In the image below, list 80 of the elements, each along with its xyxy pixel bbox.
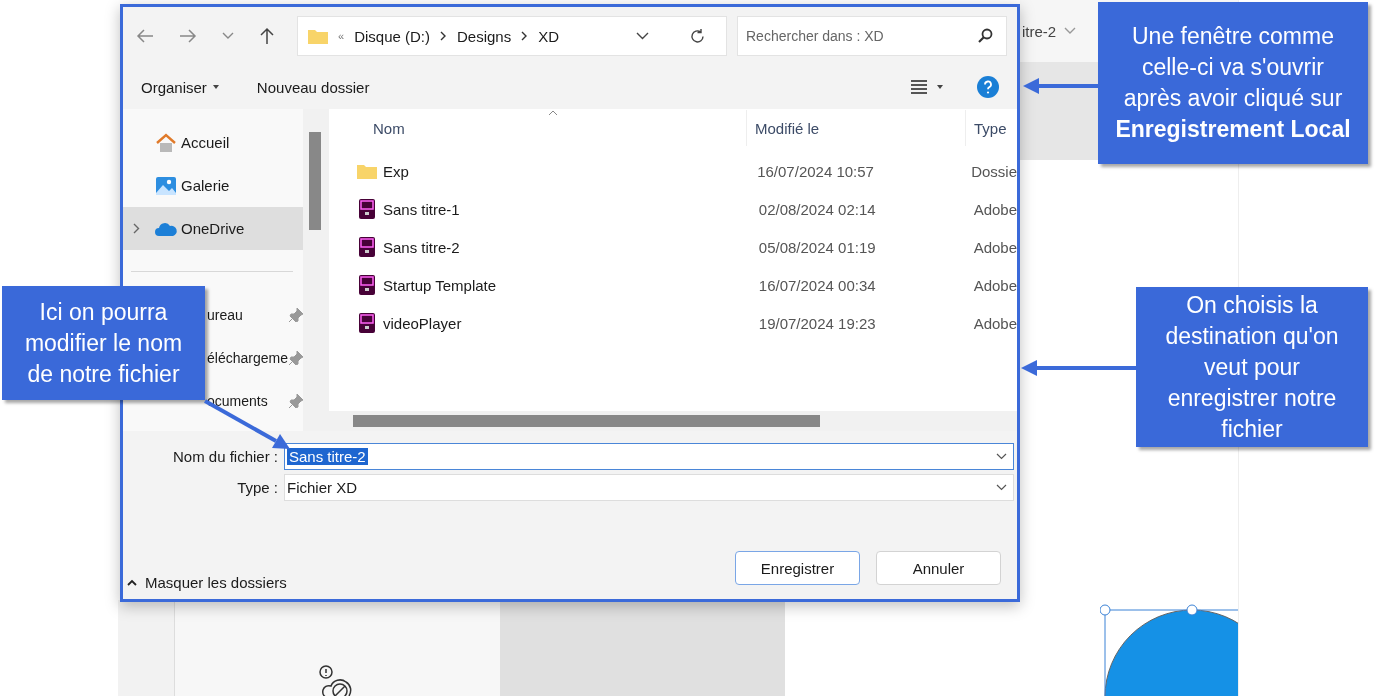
- forward-arrow-icon[interactable]: [179, 28, 197, 44]
- help-icon[interactable]: [977, 76, 999, 98]
- file-type: Adobe: [973, 276, 1017, 294]
- file-type: Adobe: [973, 200, 1017, 218]
- cancel-button[interactable]: Annuler: [876, 551, 1001, 585]
- file-name[interactable]: Sans titre-2: [383, 238, 460, 256]
- modified-date: 16/07/2024 10:57: [757, 162, 874, 180]
- scrollbar-thumb[interactable]: [353, 415, 820, 427]
- file-name[interactable]: Sans titre-1: [383, 200, 460, 218]
- overflow-marker[interactable]: «: [338, 30, 345, 42]
- home-icon: [155, 132, 177, 153]
- hide-folders-button[interactable]: Masquer les dossiers: [127, 574, 287, 591]
- folder-icon: [357, 163, 377, 179]
- back-arrow-icon[interactable]: [136, 28, 154, 44]
- caret-icon: [212, 85, 219, 89]
- column-header[interactable]: Modifié le: [755, 119, 820, 137]
- navigation-item[interactable]: éléchargeme: [205, 336, 303, 379]
- search-field[interactable]: Rechercher dans : XD: [737, 16, 1007, 56]
- callout-text: Ici on pourra modifier le nom de notre fichier: [23, 297, 184, 389]
- pin-icon: [289, 307, 303, 322]
- chevron-down-icon[interactable]: [996, 453, 1007, 460]
- column-header[interactable]: Nom: [373, 119, 405, 137]
- file-name[interactable]: Startup Template: [383, 276, 497, 294]
- cloud-icon: [154, 220, 178, 237]
- file-type-dropdown[interactable]: Fichier XD: [284, 474, 1014, 501]
- document-icon: [357, 237, 377, 257]
- folder-icon: [308, 28, 328, 44]
- address-bar[interactable]: « Disque (D:) Designs XD: [297, 16, 727, 56]
- modified-date: 19/07/2024 19:23: [758, 314, 876, 332]
- callout-text: On choisis la destination qu'on veut pour enregistrer notre fichier: [1164, 290, 1340, 444]
- chevron-right-icon: [440, 31, 447, 41]
- breadcrumb[interactable]: Designs: [457, 27, 512, 45]
- organize-button[interactable]: Organiser: [133, 74, 227, 100]
- breadcrumb[interactable]: Disque (D:): [354, 27, 430, 45]
- callout-text: Une fenêtre comme celle-ci va s'ouvrir après avoir cliqué sur Enregistrement Local: [1114, 22, 1352, 144]
- chevron-down-icon[interactable]: [996, 484, 1007, 491]
- caret-icon[interactable]: [937, 85, 943, 89]
- pin-icon: [289, 393, 303, 408]
- chevron-up-icon: [127, 579, 137, 586]
- field-label: Nom du fichier :: [171, 448, 278, 465]
- modified-date: 16/07/2024 00:34: [758, 276, 876, 294]
- navigation-label: éléchargeme: [207, 349, 288, 366]
- navigation-label: ureau: [207, 306, 243, 323]
- document-tab[interactable]: itre-2: [1022, 22, 1057, 40]
- file-name[interactable]: Exp: [383, 162, 409, 180]
- field-label: Type :: [236, 479, 278, 496]
- navigation-item[interactable]: ureau: [205, 293, 303, 336]
- sort-caret-icon: [548, 110, 558, 116]
- breadcrumb[interactable]: XD: [538, 27, 560, 45]
- refresh-icon[interactable]: [689, 27, 706, 45]
- document-icon: [357, 313, 377, 333]
- scrollbar-thumb[interactable]: [309, 132, 321, 230]
- file-type: Dossie: [971, 162, 1017, 180]
- chevron-right-icon: [521, 31, 529, 41]
- navigation-label: Accueil: [181, 134, 230, 151]
- navigation-item[interactable]: OneDrive: [123, 207, 303, 250]
- modified-date: 02/08/2024 02:14: [758, 200, 876, 218]
- up-arrow-icon[interactable]: [259, 27, 275, 45]
- chevron-right-icon[interactable]: [133, 223, 140, 234]
- navigation-label: OneDrive: [181, 220, 245, 237]
- chevron-down-icon[interactable]: [636, 32, 649, 40]
- column-header[interactable]: Type: [974, 119, 1007, 137]
- search-icon: [977, 28, 993, 44]
- filename-field[interactable]: Sans titre-2: [284, 443, 1014, 470]
- pin-icon: [289, 350, 303, 365]
- navigation-item[interactable]: Galerie: [123, 164, 303, 207]
- file-name[interactable]: videoPlayer: [383, 314, 462, 332]
- circle-shape-drawing[interactable]: [1100, 604, 1238, 696]
- navigation-label: Galerie: [181, 177, 230, 194]
- file-type: Adobe: [973, 314, 1017, 332]
- save-button[interactable]: Enregistrer: [735, 551, 860, 585]
- document-icon: [357, 199, 377, 219]
- picture-icon: [155, 175, 177, 196]
- new-folder-button[interactable]: Nouveau dossier: [248, 74, 378, 100]
- file-type: Adobe: [973, 238, 1017, 256]
- modified-date: 05/08/2024 01:19: [758, 238, 876, 256]
- chevron-down-icon: [1064, 27, 1077, 35]
- document-icon: [357, 275, 377, 295]
- navigation-item[interactable]: Accueil: [123, 121, 303, 164]
- list-view-icon[interactable]: [911, 80, 927, 94]
